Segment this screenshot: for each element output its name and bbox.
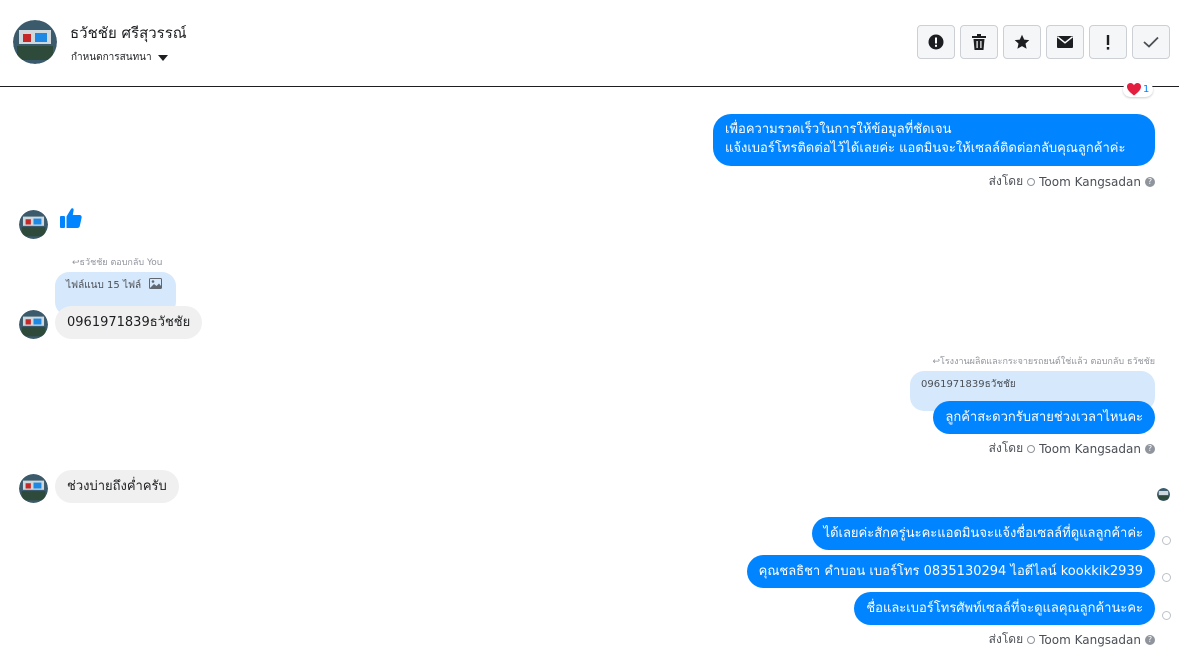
alert-icon (928, 34, 944, 50)
mark-spam-button[interactable] (917, 25, 955, 59)
star-icon (1014, 34, 1030, 49)
message-line: เพื่อความรวดเร็วในการให้ข้อมูลที่ชัดเจน (725, 122, 952, 137)
help-icon[interactable]: ? (1145, 443, 1155, 454)
reply-meta-text: ธวัชชัย ตอบกลับ You (79, 258, 163, 268)
header-actions (917, 25, 1170, 59)
sent-status-icon (1162, 536, 1171, 545)
outgoing-message[interactable]: ได้เลยค่ะสักครู่นะคะแอดมินจะแจ้งชื่อเซลล… (811, 517, 1155, 550)
quoted-text: ไฟล์แนบ 15 ไฟล์ (66, 280, 142, 291)
incoming-message[interactable]: 0961971839ธวัชชัย (55, 306, 203, 339)
reaction-badge[interactable]: 1 (1123, 82, 1154, 97)
sender-avatar[interactable] (19, 474, 48, 503)
sender-name: Toom Kangsadan (1039, 174, 1141, 189)
sender-avatar[interactable] (19, 210, 48, 239)
help-icon[interactable]: ? (1145, 176, 1155, 187)
thumbs-up-icon[interactable] (60, 207, 82, 233)
seen-avatar (1157, 488, 1170, 501)
status-icon (1027, 177, 1036, 186)
envelope-icon (1057, 36, 1073, 48)
follow-up-button[interactable] (1089, 25, 1127, 59)
outgoing-message[interactable]: คุณชลธิชา คำบอน เบอร์โทร 0835130294 ไอดี… (746, 555, 1155, 588)
delete-button[interactable] (960, 25, 998, 59)
chevron-down-icon (157, 54, 168, 61)
incoming-message[interactable]: ช่วงบ่ายถึงค่ำครับ (55, 470, 179, 503)
status-icon (1027, 635, 1036, 644)
reply-meta: ↩โรงงานผลิตและกระจายรถยนต์ใช่แล้ว ตอบกลั… (932, 354, 1155, 368)
reply-icon: ↩ (932, 357, 940, 367)
status-icon (1027, 444, 1036, 453)
conversation-header: ธวัชชัย ศรีสุวรรณ์ กำหนดการสนทนา (0, 0, 1179, 87)
mark-unread-button[interactable] (1046, 25, 1084, 59)
trash-icon (972, 34, 986, 50)
reply-meta: ↩ธวัชชัย ตอบกลับ You (72, 255, 162, 269)
sent-by: ส่งโดย Toom Kangsadan ? (989, 439, 1155, 458)
sent-status-icon (1162, 573, 1171, 582)
conversation-schedule-dropdown[interactable]: กำหนดการสนทนา (71, 50, 168, 65)
check-icon (1143, 36, 1159, 48)
schedule-label: กำหนดการสนทนา (71, 52, 152, 63)
sent-status-icon (1162, 611, 1171, 620)
mark-done-button[interactable] (1132, 25, 1170, 59)
heart-icon (1127, 83, 1141, 96)
star-button[interactable] (1003, 25, 1041, 59)
reply-meta-text: โรงงานผลิตและกระจายรถยนต์ใช่แล้ว ตอบกลับ… (940, 357, 1155, 367)
outgoing-message[interactable]: เพื่อความรวดเร็วในการให้ข้อมูลที่ชัดเจน … (713, 114, 1155, 166)
contact-avatar[interactable] (13, 20, 57, 64)
contact-name[interactable]: ธวัชชัย ศรีสุวรรณ์ (70, 21, 187, 45)
sender-name: Toom Kangsadan (1039, 441, 1141, 456)
help-icon[interactable]: ? (1145, 634, 1155, 645)
sent-by: ส่งโดย Toom Kangsadan ? (989, 172, 1155, 191)
sender-avatar[interactable] (19, 310, 48, 339)
sent-by: ส่งโดย Toom Kangsadan ? (989, 630, 1155, 649)
sent-by-label: ส่งโดย (988, 174, 1024, 188)
sent-by-label: ส่งโดย (988, 441, 1024, 455)
outgoing-message[interactable]: ลูกค้าสะดวกรับสายช่วงเวลาไหนคะ (933, 401, 1155, 434)
exclamation-icon (1106, 34, 1110, 50)
sender-name: Toom Kangsadan (1039, 632, 1141, 647)
sent-by-label: ส่งโดย (988, 632, 1024, 646)
outgoing-message[interactable]: ชื่อและเบอร์โทรศัพท์เซลล์ที่จะดูแลคุณลูก… (854, 592, 1155, 625)
message-line: แจ้งเบอร์โทรติดต่อไว้ได้เลยค่ะ แอดมินจะใ… (725, 141, 1126, 156)
reaction-count: 1 (1143, 84, 1150, 95)
image-icon (149, 278, 163, 289)
reply-icon: ↩ (72, 258, 80, 268)
